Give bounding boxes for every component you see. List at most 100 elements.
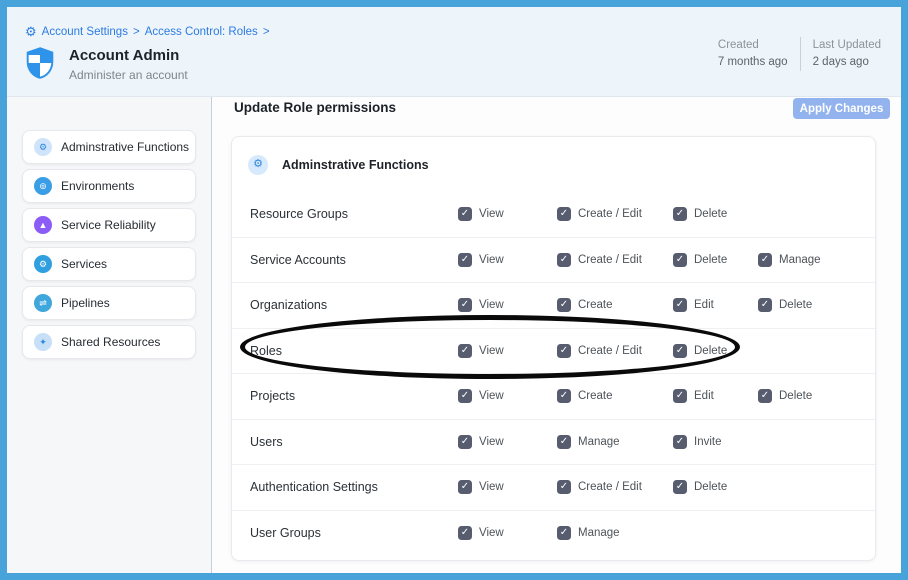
permission-option: ✓Create — [557, 298, 613, 312]
apply-changes-button[interactable]: Apply Changes — [793, 98, 890, 119]
checkbox-organizations-view[interactable]: ✓ — [458, 298, 472, 312]
permissions-card: ⚙ Adminstrative Functions Resource Group… — [231, 136, 876, 561]
permission-option: ✓Delete — [758, 389, 812, 403]
section-heading: Update Role permissions — [234, 100, 396, 115]
permission-label: Invite — [694, 436, 722, 448]
breadcrumb-account-settings[interactable]: Account Settings — [42, 26, 128, 38]
permission-row-organizations: Organizations✓View✓Create✓Edit✓Delete — [232, 283, 875, 329]
permission-option: ✓ Manage — [758, 253, 821, 267]
permission-option: ✓View — [458, 207, 504, 221]
checkbox-roles-delete[interactable]: ✓ — [673, 344, 687, 358]
sidebar-item-label: Pipelines — [61, 296, 110, 310]
sidebar-item-environments[interactable]: ⊚ Environments — [22, 169, 196, 203]
content-area: ⚙Adminstrative Functions⊚Environments▲Se… — [7, 97, 901, 573]
permission-label: Delete — [694, 345, 727, 357]
permission-label: Delete — [694, 208, 727, 220]
permission-option: ✓Delete — [673, 480, 727, 494]
role-meta: Created 7 months ago Last Updated 2 days… — [706, 37, 893, 71]
breadcrumb-access-control-roles[interactable]: Access Control: Roles — [145, 26, 258, 38]
permission-option: ✓View — [458, 435, 504, 449]
last-updated-label: Last Updated — [813, 37, 881, 54]
shield-icon — [25, 47, 55, 84]
permission-option: ✓ Delete — [673, 344, 727, 358]
permission-label: Delete — [779, 299, 812, 311]
permission-label: Create — [578, 390, 613, 402]
checkbox-users-view[interactable]: ✓ — [458, 435, 472, 449]
permission-row-label: Projects — [250, 389, 295, 403]
sidebar-item-shared-resources[interactable]: ✦Shared Resources — [22, 325, 196, 359]
gear-icon: ⚙ — [248, 155, 268, 175]
permissions-section-title: Adminstrative Functions — [282, 158, 429, 172]
checkbox-projects-view[interactable]: ✓ — [458, 389, 472, 403]
permission-label: View — [479, 345, 504, 357]
app-window: ⚙ Account Settings > Access Control: Rol… — [0, 0, 908, 580]
checkbox-projects-edit[interactable]: ✓ — [673, 389, 687, 403]
checkbox-organizations-create[interactable]: ✓ — [557, 298, 571, 312]
checkbox-resource-groups-delete[interactable]: ✓ — [673, 207, 687, 221]
created-label: Created — [718, 37, 788, 54]
permission-row-label: Resource Groups — [250, 207, 348, 221]
checkbox-service-accounts-view[interactable]: ✓ — [458, 253, 472, 267]
permission-label: View — [479, 390, 504, 402]
permission-label: Create / Edit — [578, 345, 642, 357]
gear-icon: ⚙ — [34, 138, 52, 156]
permission-row-service-accounts: Service Accounts✓View✓Create / Edit✓Dele… — [232, 238, 875, 284]
permission-row-label: User Groups — [250, 526, 321, 540]
sidebar-item-label: Environments — [61, 179, 134, 193]
permission-option: ✓Create / Edit — [557, 207, 642, 221]
permission-option: ✓ View — [458, 344, 504, 358]
checkbox-authentication-settings-view[interactable]: ✓ — [458, 480, 472, 494]
environments-icon: ⊚ — [34, 177, 52, 195]
permission-row-authentication-settings: Authentication Settings✓View✓Create / Ed… — [232, 465, 875, 511]
sidebar-item-adminstrative-functions[interactable]: ⚙ Adminstrative Functions — [22, 130, 196, 164]
checkbox-roles-view[interactable]: ✓ — [458, 344, 472, 358]
permission-option: ✓Edit — [673, 298, 714, 312]
checkbox-organizations-edit[interactable]: ✓ — [673, 298, 687, 312]
sidebar-item-pipelines[interactable]: ⇌Pipelines — [22, 286, 196, 320]
created-value: 7 months ago — [718, 54, 788, 71]
gear-icon: ⚙ — [25, 25, 37, 38]
permission-row-resource-groups: Resource Groups✓View✓Create / Edit✓Delet… — [232, 192, 875, 238]
checkbox-users-manage[interactable]: ✓ — [557, 435, 571, 449]
permission-row-label: Users — [250, 435, 283, 449]
permission-row-users: Users✓View✓Manage✓Invite — [232, 420, 875, 466]
checkbox-service-accounts-create-edit[interactable]: ✓ — [557, 253, 571, 267]
sidebar-item-label: Adminstrative Functions — [61, 140, 189, 154]
permission-option: ✓ Create / Edit — [557, 344, 642, 358]
sidebar-list: ⚙Adminstrative Functions⊚Environments▲Se… — [7, 130, 211, 359]
breadcrumb-separator: > — [133, 26, 140, 38]
reliability-icon: ▲ — [34, 216, 52, 234]
sidebar-item-label: Services — [61, 257, 107, 271]
checkbox-resource-groups-view[interactable]: ✓ — [458, 207, 472, 221]
checkbox-organizations-delete[interactable]: ✓ — [758, 298, 772, 312]
checkbox-authentication-settings-delete[interactable]: ✓ — [673, 480, 687, 494]
sidebar-item-service-reliability[interactable]: ▲Service Reliability — [22, 208, 196, 242]
permissions-card-header: ⚙ Adminstrative Functions — [232, 137, 875, 192]
permission-row-label: Service Accounts — [250, 253, 346, 267]
page-title: Account Admin — [69, 47, 188, 65]
permission-label: Create / Edit — [578, 481, 642, 493]
checkbox-service-accounts-delete[interactable]: ✓ — [673, 253, 687, 267]
checkbox-resource-groups-create-edit[interactable]: ✓ — [557, 207, 571, 221]
toolbar: Update Role permissions Apply Changes — [212, 97, 901, 125]
sidebar-item-services[interactable]: ⚙ Services — [22, 247, 196, 281]
checkbox-service-accounts-manage[interactable]: ✓ — [758, 253, 772, 267]
permission-option: ✓View — [458, 526, 504, 540]
permission-label: Manage — [578, 527, 620, 539]
permission-option: ✓Create / Edit — [557, 253, 642, 267]
checkbox-projects-create[interactable]: ✓ — [557, 389, 571, 403]
permission-label: View — [479, 299, 504, 311]
permission-option: ✓ Manage — [557, 526, 620, 540]
permission-option: ✓Manage — [557, 435, 620, 449]
permission-row-label: Roles — [250, 344, 282, 358]
checkbox-user-groups-view[interactable]: ✓ — [458, 526, 472, 540]
page-subtitle: Administer an account — [69, 68, 188, 82]
permission-option: ✓View — [458, 253, 504, 267]
checkbox-roles-create-edit[interactable]: ✓ — [557, 344, 571, 358]
checkbox-projects-delete[interactable]: ✓ — [758, 389, 772, 403]
services-gear-icon: ⚙ — [34, 255, 52, 273]
checkbox-authentication-settings-create-edit[interactable]: ✓ — [557, 480, 571, 494]
checkbox-user-groups-manage[interactable]: ✓ — [557, 526, 571, 540]
checkbox-users-invite[interactable]: ✓ — [673, 435, 687, 449]
permission-label: Manage — [779, 254, 821, 266]
